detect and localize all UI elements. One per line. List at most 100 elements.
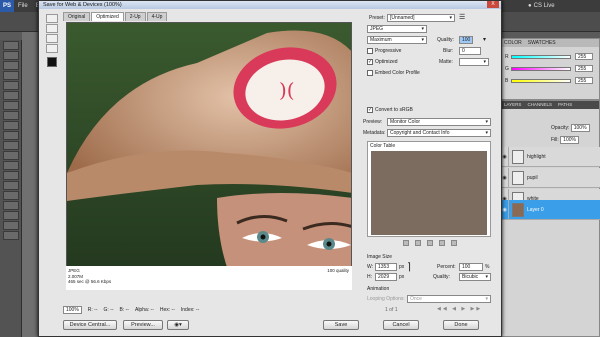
color-table-map-icon[interactable] xyxy=(403,240,409,246)
browser-icon[interactable]: ◉▾ xyxy=(167,320,189,330)
matte-select[interactable] xyxy=(459,58,489,66)
healing-tool-icon[interactable] xyxy=(3,101,19,110)
eyedropper-tool-icon[interactable] xyxy=(46,44,58,53)
preview-color-select[interactable]: Monitor Color xyxy=(387,118,491,126)
tab-2up[interactable]: 2-Up xyxy=(124,12,146,21)
color-slider-b[interactable]: B 255 xyxy=(505,77,597,84)
wand-tool-icon[interactable] xyxy=(3,71,19,80)
preset-select[interactable]: [Unnamed] xyxy=(387,14,455,22)
cs-live-label: CS Live xyxy=(533,3,555,9)
embed-profile-label: Embed Color Profile xyxy=(375,70,420,76)
type-tool-icon[interactable] xyxy=(3,191,19,200)
device-central-button[interactable]: Device Central... xyxy=(63,320,117,330)
tab-original[interactable]: Original xyxy=(63,12,91,21)
fill-value[interactable]: 100% xyxy=(560,136,579,144)
marquee-tool-icon[interactable] xyxy=(3,51,19,60)
color-table-web-icon[interactable] xyxy=(427,240,433,246)
percent-unit: % xyxy=(485,264,490,270)
cs-live-button[interactable]: ● CS Live xyxy=(528,0,600,12)
lasso-tool-icon[interactable] xyxy=(3,61,19,70)
stamp-tool-icon[interactable] xyxy=(3,121,19,130)
move-tool-icon[interactable] xyxy=(3,41,19,50)
opacity-control[interactable]: Opacity: 100% xyxy=(551,124,590,132)
compression-select[interactable]: Maximum xyxy=(367,36,427,44)
metadata-select[interactable]: Copyright and Contact Info xyxy=(387,129,491,137)
zoom-tool-icon[interactable] xyxy=(3,231,19,240)
tab-layers[interactable]: LAYERS xyxy=(501,101,524,109)
embed-profile-checkbox[interactable] xyxy=(367,70,373,76)
quality-input[interactable]: 100 xyxy=(459,36,473,44)
info-quality: 100 quality xyxy=(327,268,349,273)
slider-bar[interactable] xyxy=(511,66,571,71)
hand-tool-icon[interactable] xyxy=(3,221,19,230)
eye-icon[interactable]: ◉ xyxy=(501,167,509,188)
zoom-tool-icon[interactable] xyxy=(46,34,58,43)
looping-select[interactable]: Once xyxy=(407,295,491,303)
format-select[interactable]: JPEG xyxy=(367,25,427,33)
brush-tool-icon[interactable] xyxy=(3,111,19,120)
opacity-value[interactable]: 100% xyxy=(570,124,590,132)
save-button[interactable]: Save xyxy=(323,320,359,330)
tab-4up[interactable]: 4-Up xyxy=(146,12,168,21)
tab-swatches[interactable]: SWATCHES xyxy=(525,39,559,47)
progressive-checkbox[interactable] xyxy=(367,48,373,54)
zoom-level-select[interactable]: 100% xyxy=(63,306,82,314)
eyedropper-color-swatch[interactable] xyxy=(47,57,57,67)
eyedropper-tool-icon[interactable] xyxy=(3,91,19,100)
tab-optimized[interactable]: Optimized xyxy=(91,12,124,21)
color-table-lock-icon[interactable] xyxy=(415,240,421,246)
tab-paths[interactable]: PATHS xyxy=(555,101,575,109)
slider-bar[interactable] xyxy=(511,54,571,59)
quality-slider-icon[interactable]: ▾ xyxy=(483,36,486,43)
layer-name: highlight xyxy=(527,153,546,160)
preview-button[interactable]: Preview... xyxy=(123,320,163,330)
tab-channels[interactable]: CHANNELS xyxy=(524,101,555,109)
matte-label: Matte: xyxy=(439,59,453,65)
color-table-new-icon[interactable] xyxy=(439,240,445,246)
dodge-tool-icon[interactable] xyxy=(3,171,19,180)
resample-select[interactable]: Bicubic xyxy=(459,273,491,281)
convert-srgb-checkbox[interactable]: ✓ xyxy=(367,107,373,113)
optimize-menu-icon[interactable]: ☰ xyxy=(459,13,465,21)
slider-value[interactable]: 255 xyxy=(575,53,593,60)
slider-bar[interactable] xyxy=(511,78,571,83)
color-slider-r[interactable]: R 255 xyxy=(505,53,597,60)
crop-tool-icon[interactable] xyxy=(3,81,19,90)
percent-input[interactable]: 100 xyxy=(459,263,483,271)
color-slider-g[interactable]: G 255 xyxy=(505,65,597,72)
width-input[interactable]: 1353 xyxy=(375,263,397,271)
color-table-swatch[interactable] xyxy=(371,151,487,235)
cancel-button[interactable]: Cancel xyxy=(383,320,419,330)
path-select-icon[interactable] xyxy=(3,201,19,210)
layer-row-pupil[interactable]: ◉ pupil xyxy=(501,167,600,188)
layer-row-layer0[interactable]: ◉ Layer 0 xyxy=(501,199,600,220)
shape-tool-icon[interactable] xyxy=(3,211,19,220)
history-brush-icon[interactable] xyxy=(3,131,19,140)
animation-label: Animation xyxy=(367,286,390,292)
eraser-tool-icon[interactable] xyxy=(3,141,19,150)
slider-value[interactable]: 255 xyxy=(575,65,593,72)
layer-row-highlight[interactable]: ◉ highlight xyxy=(501,146,600,167)
eye-icon[interactable]: ◉ xyxy=(501,146,509,167)
fill-control[interactable]: Fill: 100% xyxy=(551,136,579,144)
resample-label: Quality: xyxy=(433,274,450,280)
eye-icon[interactable]: ◉ xyxy=(501,199,509,220)
gradient-tool-icon[interactable] xyxy=(3,151,19,160)
done-button[interactable]: Done xyxy=(443,320,479,330)
color-table-delete-icon[interactable] xyxy=(451,240,457,246)
menu-file[interactable]: File xyxy=(14,3,32,9)
height-input[interactable]: 2029 xyxy=(375,273,397,281)
hand-tool-icon[interactable] xyxy=(46,14,58,23)
link-icon[interactable]: ⌉ xyxy=(407,263,411,273)
pen-tool-icon[interactable] xyxy=(3,181,19,190)
blur-tool-icon[interactable] xyxy=(3,161,19,170)
tab-color[interactable]: COLOR xyxy=(501,39,525,47)
image-preview[interactable]: )( xyxy=(66,22,352,290)
close-icon[interactable]: X xyxy=(487,1,499,8)
animation-controls[interactable]: ◀◀ ◀ ▶ ▶▶ xyxy=(437,306,482,312)
svg-text:)(: )( xyxy=(279,78,295,102)
slider-value[interactable]: 255 xyxy=(575,77,593,84)
optimized-checkbox[interactable]: ✓ xyxy=(367,59,373,65)
slice-select-icon[interactable] xyxy=(46,24,58,33)
blur-input[interactable]: 0 xyxy=(459,47,481,55)
